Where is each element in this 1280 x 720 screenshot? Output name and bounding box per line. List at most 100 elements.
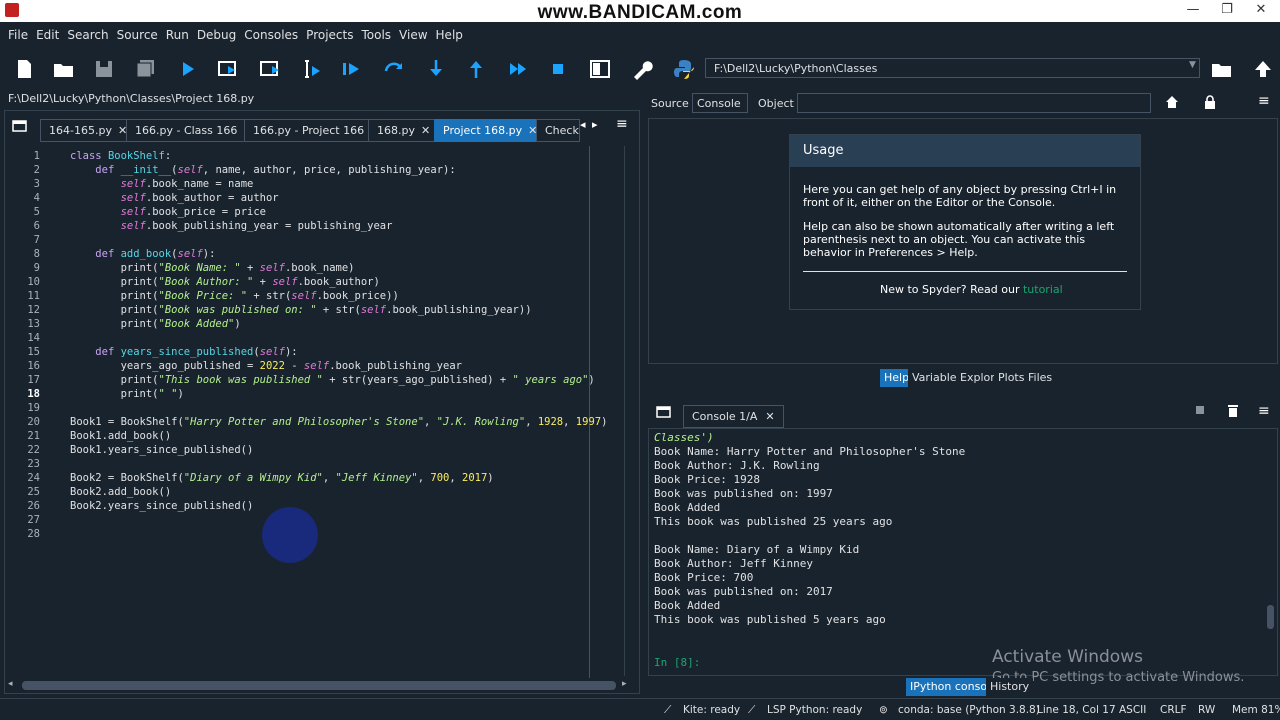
maximize-pane-icon[interactable] xyxy=(588,58,612,80)
menu-consoles[interactable]: Consoles xyxy=(240,22,302,42)
line-number: 9 xyxy=(33,262,40,274)
help-options-icon[interactable]: ≡ xyxy=(1258,93,1270,109)
menu-run[interactable]: Run xyxy=(162,22,193,42)
menu-search[interactable]: Search xyxy=(63,22,112,42)
mouse-cursor-highlight xyxy=(262,507,318,563)
conda-icon: ⊚ xyxy=(879,704,888,716)
edge-line xyxy=(589,146,590,678)
continue-icon[interactable] xyxy=(506,58,530,80)
save-all-icon[interactable] xyxy=(134,58,158,80)
code-line: class BookShelf: xyxy=(70,150,172,162)
usage-paragraph-1: Here you can get help of any object by p… xyxy=(803,183,1117,209)
editor-tab[interactable]: Check.p xyxy=(536,119,580,142)
menu-items: File Edit Search Source Run Debug Consoles Proj… xyxy=(0,22,1280,42)
debug-icon[interactable] xyxy=(340,58,364,80)
menu-view[interactable]: View xyxy=(395,22,431,42)
menu-file[interactable]: File xyxy=(4,22,32,42)
close-tab-icon[interactable]: ✕ xyxy=(421,124,430,137)
step-icon[interactable] xyxy=(382,58,406,80)
step-into-icon[interactable] xyxy=(424,58,448,80)
new-file-icon[interactable] xyxy=(12,58,36,80)
stop-debug-icon[interactable] xyxy=(546,58,570,80)
console-output-line: Book Price: 1928 xyxy=(654,473,760,486)
help-object-input[interactable] xyxy=(797,93,1151,113)
tab-console-1a[interactable]: Console 1/A ✕ xyxy=(683,405,784,428)
run-cell-icon[interactable] xyxy=(216,58,240,80)
console-output-line: Book Name: Diary of a Wimpy Kid xyxy=(654,543,860,556)
menu-bar: File Edit Search Source Run Debug Consoles Proj… xyxy=(0,22,1280,48)
chevron-down-icon[interactable]: ▼ xyxy=(1189,60,1196,70)
save-icon[interactable] xyxy=(92,58,116,80)
code-line: print("Book Name: " + self.book_name) xyxy=(70,262,355,274)
line-number: 19 xyxy=(27,402,40,414)
tab-history[interactable]: History xyxy=(986,678,1034,696)
run-cell-advance-icon[interactable] xyxy=(258,58,282,80)
menu-debug[interactable]: Debug xyxy=(193,22,240,42)
close-button[interactable]: ✕ xyxy=(1244,0,1278,22)
editor-options-icon[interactable]: ≡ xyxy=(616,116,628,132)
code-line: years_ago_published = 2022 - self.book_p… xyxy=(70,360,462,372)
editor-tab[interactable]: 166.py - Class 166✕ xyxy=(126,119,262,142)
scroll-right-icon[interactable]: ▸ xyxy=(622,679,627,689)
code-line: Book1.years_since_published() xyxy=(70,444,254,456)
line-number: 15 xyxy=(27,346,40,358)
help-source-label: Source xyxy=(651,97,689,110)
editor-tab[interactable]: 164-165.py ✕ xyxy=(40,119,137,142)
parent-directory-icon[interactable] xyxy=(1251,58,1275,80)
scroll-left-icon[interactable]: ◂ xyxy=(8,679,13,689)
tab-scroll-left-icon[interactable]: ◂ xyxy=(580,118,586,131)
remove-variables-icon[interactable] xyxy=(1227,404,1239,418)
tutorial-link[interactable]: tutorial xyxy=(1023,283,1063,296)
editor-tab[interactable]: 168.py ✕ xyxy=(368,119,440,142)
lock-icon[interactable] xyxy=(1203,95,1217,109)
menu-edit[interactable]: Edit xyxy=(32,22,63,42)
console-output-line: This book was published 25 years ago xyxy=(654,515,893,528)
editor-tab-label: 168.py xyxy=(377,124,415,137)
browse-folder-icon[interactable] xyxy=(1210,58,1234,80)
close-tab-icon[interactable]: ✕ xyxy=(765,410,774,423)
line-number: 21 xyxy=(27,430,40,442)
line-number: 17 xyxy=(27,374,40,386)
editor-horizontal-scrollbar[interactable] xyxy=(22,681,616,690)
line-number: 10 xyxy=(27,276,40,288)
menu-help[interactable]: Help xyxy=(432,22,467,42)
open-folder-icon[interactable] xyxy=(52,58,76,80)
line-number: 8 xyxy=(33,248,40,260)
console-options-icon[interactable]: ≡ xyxy=(1258,403,1270,419)
browse-console-tabs-icon[interactable] xyxy=(656,405,672,419)
console-output-line: Book Author: J.K. Rowling xyxy=(654,459,820,472)
console-prompt[interactable]: In [8]: xyxy=(654,656,700,669)
stop-kernel-icon[interactable] xyxy=(1196,406,1204,414)
menu-projects[interactable]: Projects xyxy=(302,22,357,42)
editor-tab-label: Check.p xyxy=(545,124,579,137)
run-icon[interactable] xyxy=(176,58,200,80)
console-output-line: Classes') xyxy=(654,431,714,444)
restore-button[interactable]: ❐ xyxy=(1210,0,1244,22)
step-return-icon[interactable] xyxy=(464,58,488,80)
working-directory-field[interactable]: F:\Dell2\Lucky\Python\Classes xyxy=(705,58,1200,78)
help-source-select[interactable]: Console xyxy=(692,93,748,113)
run-selection-icon[interactable] xyxy=(300,58,324,80)
console-scrollbar[interactable] xyxy=(1267,605,1274,629)
code-line: print(" ") xyxy=(70,388,184,400)
preferences-wrench-icon[interactable] xyxy=(630,58,654,80)
line-number: 27 xyxy=(27,514,40,526)
editor-vscroll-track[interactable] xyxy=(624,146,625,676)
menu-tools[interactable]: Tools xyxy=(357,22,395,42)
minimize-button[interactable]: — xyxy=(1176,0,1210,22)
code-line: self.book_name = name xyxy=(120,178,254,190)
tab-files[interactable]: Files xyxy=(1024,369,1057,387)
line-number: 28 xyxy=(27,528,40,540)
code-line: def years_since_published(self): xyxy=(95,346,298,358)
editor-tab[interactable]: 166.py - Project 166✕ xyxy=(244,119,389,142)
menu-source[interactable]: Source xyxy=(113,22,162,42)
editor-tab[interactable]: Project 168.py ✕ xyxy=(434,119,547,142)
line-number-current: 18 xyxy=(27,388,40,400)
browse-tabs-icon[interactable] xyxy=(12,119,28,133)
line-number: 26 xyxy=(27,500,40,512)
kite-icon: ⟋ xyxy=(664,704,672,716)
python-path-icon[interactable] xyxy=(672,58,696,80)
tab-scroll-right-icon[interactable]: ▸ xyxy=(592,118,598,131)
usage-divider xyxy=(803,271,1127,272)
home-icon[interactable] xyxy=(1165,95,1179,109)
